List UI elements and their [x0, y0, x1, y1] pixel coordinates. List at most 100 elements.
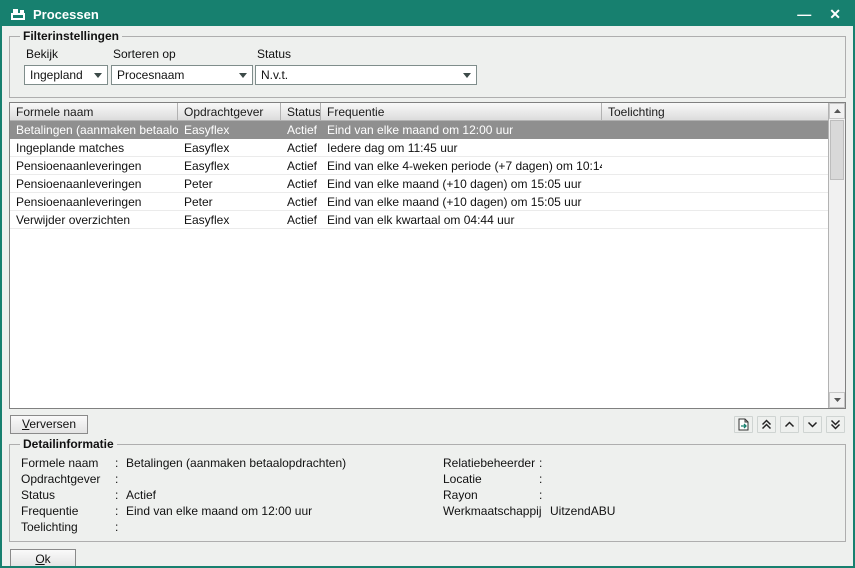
cell-formele-naam: Pensioenaanleveringen: [10, 193, 178, 210]
column-header-status[interactable]: Status: [281, 103, 321, 120]
export-button[interactable]: [734, 416, 753, 433]
table-toolbar: Verversen: [10, 414, 845, 434]
cell-opdrachtgever: Easyflex: [178, 121, 281, 138]
chevron-down-icon: [459, 67, 475, 83]
bottom-bar: Ok: [10, 549, 845, 568]
column-header-opdrachtgever[interactable]: Opdrachtgever: [178, 103, 281, 120]
sorteren-dropdown[interactable]: Procesnaam: [111, 65, 253, 85]
cell-toelichting: [602, 211, 828, 228]
cell-toelichting: [602, 121, 828, 138]
details-right-column: Relatiebeheerder : Locatie : Rayon : Wer…: [443, 455, 615, 519]
cell-toelichting: [602, 157, 828, 174]
cell-frequentie: Eind van elke maand (+10 dagen) om 15:05…: [321, 193, 602, 210]
cell-status: Actief: [281, 157, 321, 174]
scroll-to-bottom-button[interactable]: [826, 416, 845, 433]
close-button[interactable]: ✕: [829, 7, 841, 21]
table-row[interactable]: Pensioenaanleveringen Peter Actief Eind …: [10, 193, 828, 211]
cell-opdrachtgever: Easyflex: [178, 211, 281, 228]
cell-frequentie: Eind van elke maand (+10 dagen) om 15:05…: [321, 175, 602, 192]
status-value: N.v.t.: [261, 68, 288, 82]
cell-status: Actief: [281, 175, 321, 192]
detail-separator: :: [115, 503, 126, 519]
cell-opdrachtgever: Peter: [178, 193, 281, 210]
export-document-icon: [737, 418, 750, 431]
detail-label: Formele naam: [21, 455, 115, 471]
detail-separator: :: [539, 487, 550, 503]
detail-row: Opdrachtgever :: [21, 471, 346, 487]
ok-button[interactable]: Ok: [10, 549, 76, 568]
refresh-button-label: Verversen: [22, 417, 76, 431]
detail-label: Relatiebeheerder: [443, 455, 539, 471]
filter-settings-legend: Filterinstellingen: [20, 29, 122, 43]
detail-information-group: Detailinformatie Formele naam : Betaling…: [9, 437, 846, 542]
table-header-row: Formele naam Opdrachtgever Status Freque…: [10, 103, 828, 121]
double-chevron-up-icon: [761, 419, 772, 430]
scroll-to-top-button[interactable]: [757, 416, 776, 433]
cell-formele-naam: Betalingen (aanmaken betaalo...: [10, 121, 178, 138]
cell-toelichting: [602, 139, 828, 156]
minimize-button[interactable]: —: [797, 7, 811, 21]
column-header-toelichting[interactable]: Toelichting: [602, 103, 828, 120]
column-header-formele-naam[interactable]: Formele naam: [10, 103, 178, 120]
detail-value: UitzendABU: [550, 503, 615, 519]
cell-status: Actief: [281, 121, 321, 138]
vertical-scrollbar[interactable]: [828, 103, 845, 408]
window-title: Processen: [33, 7, 99, 22]
bekijk-dropdown[interactable]: Ingepland: [24, 65, 108, 85]
cell-status: Actief: [281, 211, 321, 228]
cell-opdrachtgever: Easyflex: [178, 139, 281, 156]
detail-row: Werkmaatschappij UitzendABU: [443, 503, 615, 519]
detail-information-legend: Detailinformatie: [20, 437, 117, 451]
cell-frequentie: Eind van elke maand om 12:00 uur: [321, 121, 602, 138]
detail-row: Locatie :: [443, 471, 615, 487]
processes-icon: [10, 7, 26, 21]
table-row[interactable]: Betalingen (aanmaken betaalo... Easyflex…: [10, 121, 828, 139]
refresh-button[interactable]: Verversen: [10, 415, 88, 434]
detail-value: Actief: [126, 487, 156, 503]
cell-formele-naam: Verwijder overzichten: [10, 211, 178, 228]
table-row[interactable]: Pensioenaanleveringen Peter Actief Eind …: [10, 175, 828, 193]
cell-opdrachtgever: Peter: [178, 175, 281, 192]
table-body: Betalingen (aanmaken betaalo... Easyflex…: [10, 121, 828, 408]
filter-settings-group: Filterinstellingen Bekijk Ingepland Sort…: [9, 29, 846, 98]
detail-separator: :: [115, 471, 126, 487]
table-row[interactable]: Ingeplande matches Easyflex Actief Ieder…: [10, 139, 828, 157]
scroll-up-button[interactable]: [780, 416, 799, 433]
cell-frequentie: Eind van elk kwartaal om 04:44 uur: [321, 211, 602, 228]
detail-separator: :: [115, 487, 126, 503]
cell-frequentie: Iedere dag om 11:45 uur: [321, 139, 602, 156]
detail-value: Betalingen (aanmaken betaalopdrachten): [126, 455, 346, 471]
scrollbar-up-button[interactable]: [829, 103, 845, 119]
detail-label: Frequentie: [21, 503, 115, 519]
cell-formele-naam: Ingeplande matches: [10, 139, 178, 156]
detail-label: Locatie: [443, 471, 539, 487]
process-table: Formele naam Opdrachtgever Status Freque…: [9, 102, 846, 409]
status-dropdown[interactable]: N.v.t.: [255, 65, 477, 85]
scrollbar-down-button[interactable]: [829, 392, 845, 408]
scrollbar-thumb[interactable]: [830, 120, 844, 180]
detail-row: Rayon :: [443, 487, 615, 503]
cell-opdrachtgever: Easyflex: [178, 157, 281, 174]
detail-separator: :: [115, 455, 126, 471]
processen-window: Processen — ✕ Filterinstellingen Bekijk …: [0, 0, 855, 568]
filter-sorteren: Sorteren op Procesnaam: [111, 45, 253, 85]
cell-toelichting: [602, 193, 828, 210]
table-row[interactable]: Pensioenaanleveringen Easyflex Actief Ei…: [10, 157, 828, 175]
ok-button-label: Ok: [35, 552, 50, 566]
sorteren-value: Procesnaam: [117, 68, 184, 82]
cell-toelichting: [602, 175, 828, 192]
detail-label: Rayon: [443, 487, 539, 503]
scroll-down-button[interactable]: [803, 416, 822, 433]
status-label: Status: [257, 47, 477, 61]
column-header-frequentie[interactable]: Frequentie: [321, 103, 602, 120]
detail-separator: :: [115, 519, 126, 535]
bekijk-value: Ingepland: [30, 68, 83, 82]
cell-status: Actief: [281, 139, 321, 156]
filter-bekijk: Bekijk Ingepland: [24, 45, 108, 85]
filter-status: Status N.v.t.: [255, 45, 477, 85]
cell-frequentie: Eind van elke 4-weken periode (+7 dagen)…: [321, 157, 602, 174]
detail-label: Status: [21, 487, 115, 503]
detail-row: Frequentie : Eind van elke maand om 12:0…: [21, 503, 346, 519]
table-row[interactable]: Verwijder overzichten Easyflex Actief Ei…: [10, 211, 828, 229]
triangle-up-icon: [834, 109, 841, 113]
